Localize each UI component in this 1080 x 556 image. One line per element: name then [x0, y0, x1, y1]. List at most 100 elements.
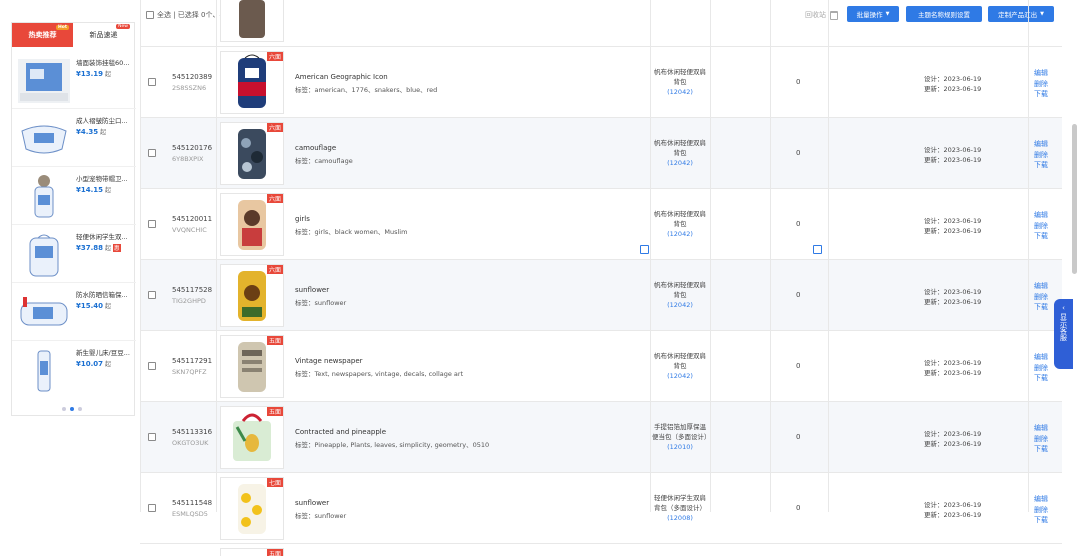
product-tags: 标签：sunflower: [295, 299, 347, 307]
count-value: 0: [796, 291, 801, 299]
update-date: 更新：2023-06-19: [924, 369, 982, 377]
promo-item-name: 成人褶皱防尘口...: [76, 117, 128, 125]
edit-count-icon[interactable]: [813, 245, 822, 254]
customer-service-tab[interactable]: ‹ 显示客服: [1054, 299, 1073, 369]
product-thumbnail[interactable]: 五面: [220, 548, 284, 556]
product-code: SKN7QPFZ: [172, 368, 207, 376]
row-actions: 编辑 删除 下载: [1034, 68, 1048, 100]
row-checkbox[interactable]: [148, 220, 156, 228]
row-checkbox[interactable]: [148, 433, 156, 441]
download-link[interactable]: 下载: [1034, 302, 1048, 313]
promo-item-price: ¥13.19 起: [76, 69, 112, 79]
category-code-link[interactable]: (12042): [652, 300, 708, 310]
edit-link[interactable]: 编辑: [1034, 139, 1048, 150]
edit-link[interactable]: 编辑: [1034, 68, 1048, 79]
column-divider: [1028, 0, 1029, 512]
chevron-left-icon: ‹: [1062, 304, 1065, 312]
product-thumbnail[interactable]: 七面: [220, 477, 284, 540]
scrollbar-thumb[interactable]: [1072, 124, 1077, 274]
delete-link[interactable]: 删除: [1034, 505, 1048, 516]
category-code-link[interactable]: (12042): [652, 158, 708, 168]
edit-link[interactable]: 编辑: [1034, 281, 1048, 292]
download-link[interactable]: 下载: [1034, 160, 1048, 171]
edit-link[interactable]: 编辑: [1034, 494, 1048, 505]
tapestry-thumbnail: [18, 57, 70, 105]
category-code-link[interactable]: (12042): [652, 87, 708, 97]
carousel-dot[interactable]: [62, 407, 66, 411]
promo-item-name: 防水防晒信箱保...: [76, 291, 128, 299]
product-thumbnail[interactable]: [220, 0, 284, 42]
delete-link[interactable]: 删除: [1034, 363, 1048, 374]
face-count-badge: 六面: [266, 194, 283, 203]
mailbox-cover-thumbnail: [18, 289, 70, 337]
product-category: 帆布休闲轻便双肩背包 (12042): [652, 138, 708, 168]
row-checkbox[interactable]: [148, 78, 156, 86]
category-code-link[interactable]: (12010): [652, 442, 708, 452]
promo-item[interactable]: 成人褶皱防尘口... ¥4.35 起: [12, 109, 136, 167]
product-thumbnail[interactable]: 六面: [220, 122, 284, 185]
row-checkbox[interactable]: [148, 504, 156, 512]
update-date: 更新：2023-06-19: [924, 156, 982, 164]
promo-item[interactable]: 防水防晒信箱保... ¥15.40 起: [12, 283, 136, 341]
product-code: 6Y8BXPIX: [172, 155, 204, 163]
face-count-badge: 七面: [266, 478, 283, 487]
category-code-link[interactable]: (12042): [652, 371, 708, 381]
promo-item-price: ¥14.15 起: [76, 185, 112, 195]
product-code: 2S8SSZN6: [172, 84, 207, 92]
row-checkbox[interactable]: [148, 362, 156, 370]
update-date: 更新：2023-06-19: [924, 227, 982, 235]
delete-link[interactable]: 删除: [1034, 292, 1048, 303]
carousel-dot-active[interactable]: [70, 407, 74, 411]
edit-category-icon[interactable]: [640, 245, 649, 254]
download-link[interactable]: 下载: [1034, 444, 1048, 455]
product-category: 帆布休闲轻便双肩背包 (12042): [652, 280, 708, 310]
product-title: girls: [295, 215, 310, 223]
edit-link[interactable]: 编辑: [1034, 210, 1048, 221]
tab-hot[interactable]: 热卖推荐 Hot: [12, 23, 73, 47]
promo-item-price: ¥15.40 起: [76, 301, 112, 311]
product-thumbnail[interactable]: 五面: [220, 406, 284, 469]
product-title: camouflage: [295, 144, 337, 152]
product-id: 545117291: [172, 357, 213, 365]
product-thumbnail[interactable]: 五面: [220, 335, 284, 398]
delete-link[interactable]: 删除: [1034, 79, 1048, 90]
delete-link[interactable]: 删除: [1034, 434, 1048, 445]
product-title: sunflower: [295, 499, 330, 507]
count-value: 0: [796, 504, 801, 512]
category-code-link[interactable]: (12042): [652, 229, 708, 239]
table-row: 545120011 VVQNCHIC 六面 girls 标签：girls、black w…: [140, 188, 1062, 259]
download-link[interactable]: 下载: [1034, 89, 1048, 100]
promo-item[interactable]: 轻便休闲学生双... ¥37.88 起惠: [12, 225, 136, 283]
carousel-dot[interactable]: [78, 407, 82, 411]
category-code-link[interactable]: (12008): [652, 513, 708, 523]
row-actions: 编辑 删除 下载: [1034, 423, 1048, 455]
product-thumbnail[interactable]: 六面: [220, 193, 284, 256]
carousel-dots[interactable]: [62, 407, 82, 411]
row-actions: 编辑 删除 下载: [1034, 494, 1048, 526]
table-row: 545111548 ESMLQSD5 七面 sunflower 标签：sunflower…: [140, 472, 1062, 543]
product-thumbnail[interactable]: 六面: [220, 51, 284, 114]
customer-service-label: 显示客服: [1059, 313, 1068, 341]
face-count-badge: 六面: [266, 52, 283, 61]
row-actions: 编辑 删除 下载: [1034, 210, 1048, 242]
row-checkbox[interactable]: [148, 149, 156, 157]
date-info: 设计：2023-06-19 更新：2023-06-19: [924, 216, 981, 236]
product-title: American Geographic Icon: [295, 73, 388, 81]
sale-tag: 惠: [113, 243, 121, 252]
promo-item[interactable]: 墙面装饰挂毯60... ¥13.19 起: [12, 51, 136, 109]
download-link[interactable]: 下载: [1034, 515, 1048, 526]
download-link[interactable]: 下载: [1034, 373, 1048, 384]
product-thumbnail[interactable]: 六面: [220, 264, 284, 327]
edit-link[interactable]: 编辑: [1034, 423, 1048, 434]
update-date: 更新：2023-06-19: [924, 85, 982, 93]
tab-new[interactable]: 新品速递 New: [73, 23, 134, 47]
product-category: 帆布休闲轻便双肩背包 (12042): [652, 209, 708, 239]
delete-link[interactable]: 删除: [1034, 221, 1048, 232]
product-tags: 标签：girls、black women、Muslim: [295, 228, 408, 236]
promo-item[interactable]: 小型宠物带帽卫... ¥14.15 起: [12, 167, 136, 225]
edit-link[interactable]: 编辑: [1034, 352, 1048, 363]
row-checkbox[interactable]: [148, 291, 156, 299]
download-link[interactable]: 下载: [1034, 231, 1048, 242]
delete-link[interactable]: 删除: [1034, 150, 1048, 161]
promo-item[interactable]: 新生婴儿床/豆豆... ¥10.07 起: [12, 341, 136, 399]
